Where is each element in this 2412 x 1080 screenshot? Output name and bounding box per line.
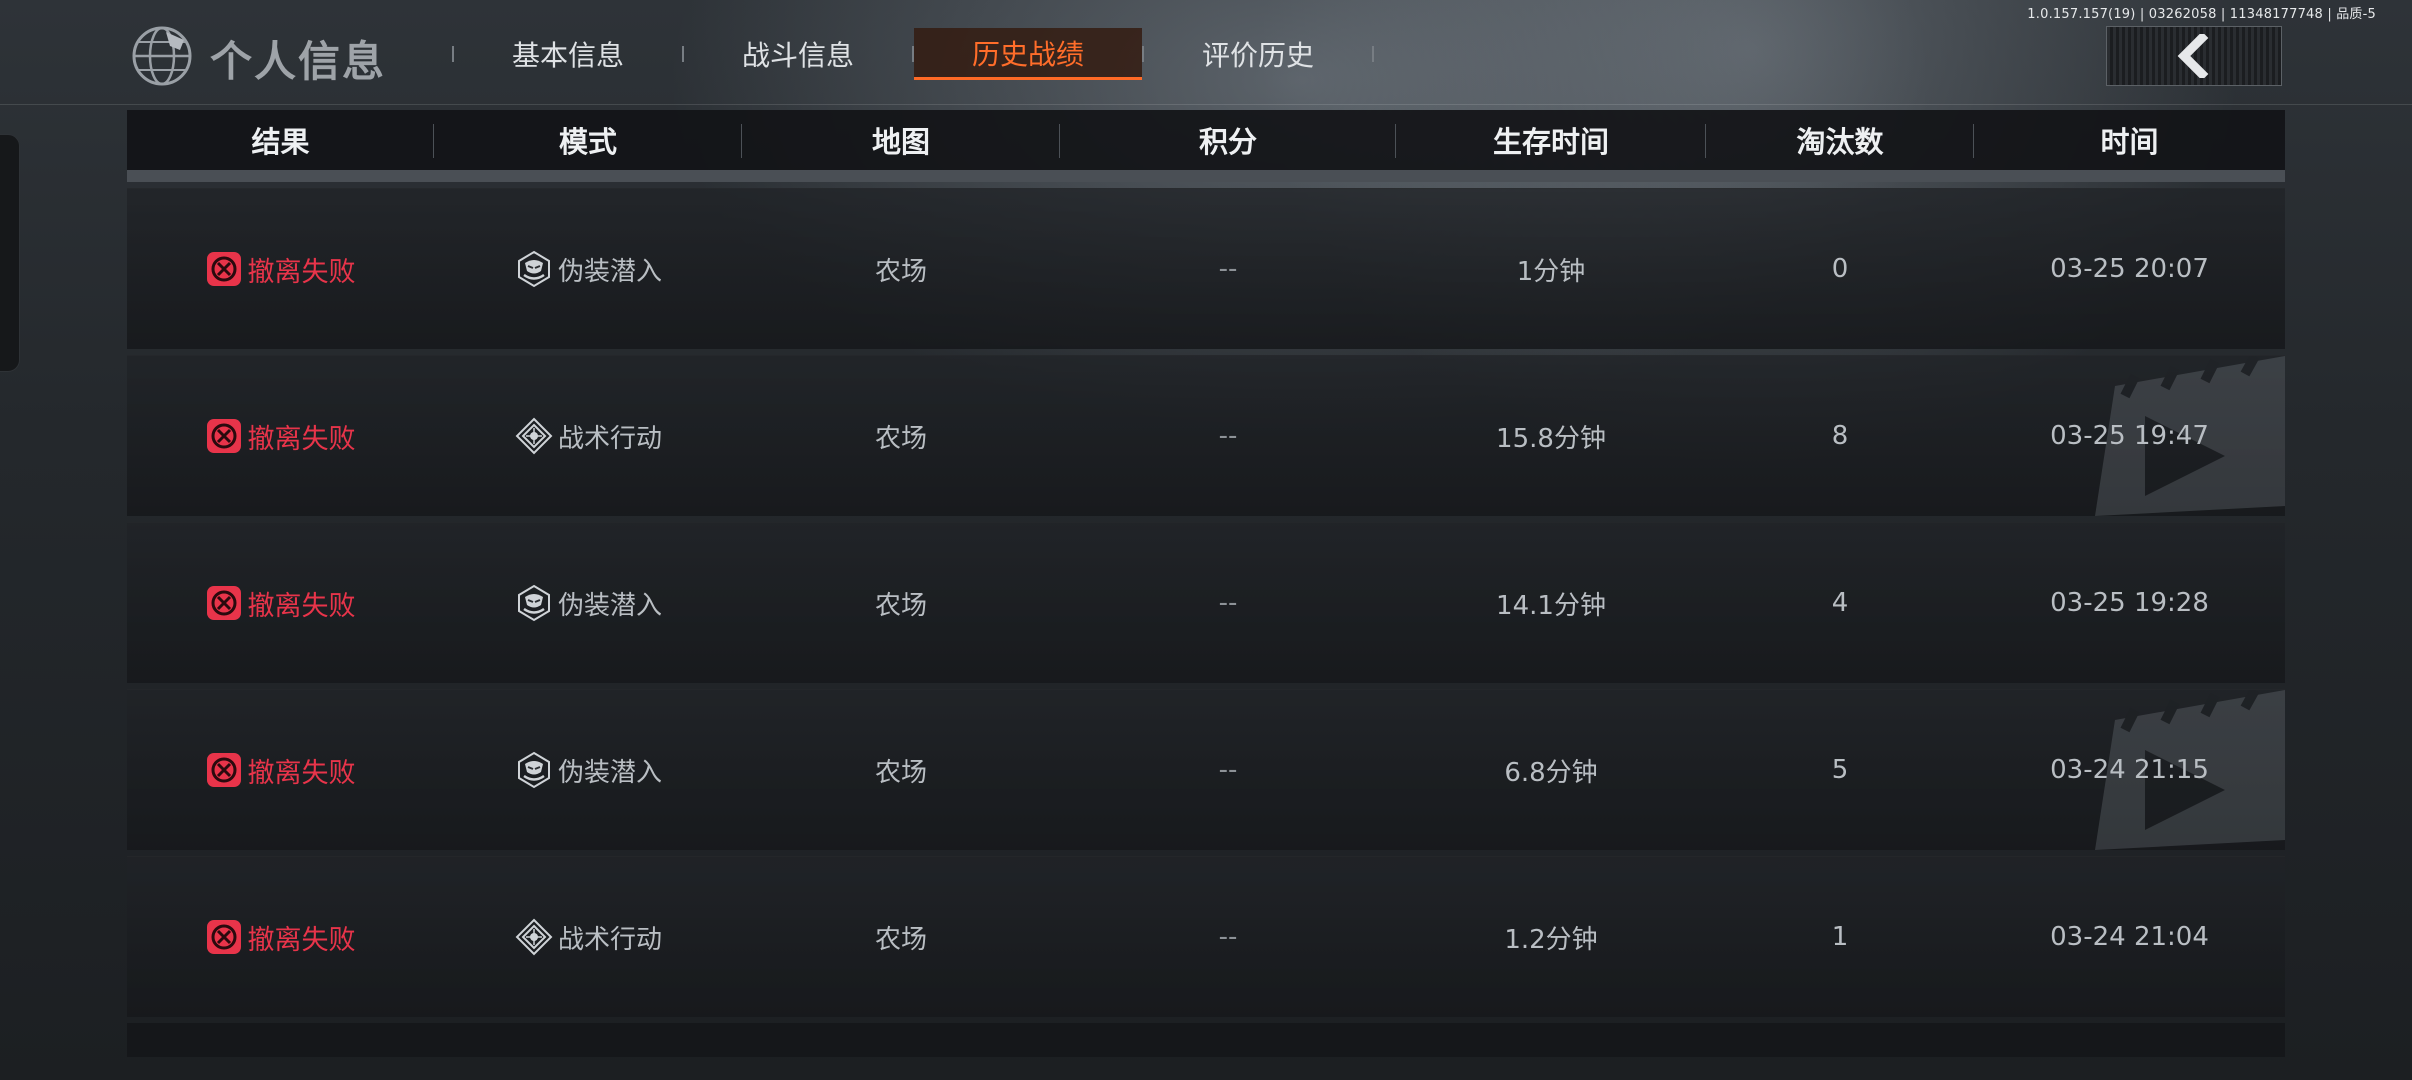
result-cell: 撤离失败	[127, 584, 434, 623]
extraction-failed-icon	[206, 586, 241, 620]
map-cell: 农场	[874, 590, 927, 621]
column-header-score: 积分	[1060, 110, 1396, 170]
score-cell: --	[1218, 755, 1238, 785]
result-text: 撤离失败	[247, 256, 356, 288]
kills-cell: 1	[1831, 922, 1849, 952]
kills-cell: 5	[1831, 755, 1849, 785]
kills-cell: 4	[1831, 588, 1849, 618]
result-text: 撤离失败	[247, 423, 356, 455]
mode-cell: 伪装潜入	[434, 750, 742, 790]
table-row[interactable]: 撤离失败 伪装潜入 农场 -- 6.8分钟 5 03-24 21:15	[127, 689, 2285, 850]
mode-cell: 伪装潜入	[434, 583, 742, 623]
survival-time-cell: 14.1分钟	[1496, 590, 1606, 621]
disguise-icon	[517, 584, 550, 622]
match-history-table: 结果 模式 地图 积分 生存时间 淘汰数 时间 撤离失败 伪装潜入 农场 -- …	[127, 110, 2285, 1057]
mode-text: 伪装潜入	[557, 757, 662, 788]
tab-battle-info[interactable]: 战斗信息	[684, 28, 912, 80]
column-header-survival-time: 生存时间	[1396, 110, 1706, 170]
map-cell: 农场	[874, 423, 927, 454]
table-row[interactable]: 撤离失败 战术行动 农场 -- 1.2分钟 1 03-24 21:04	[127, 856, 2285, 1017]
map-cell: 农场	[874, 757, 927, 788]
globe-logo-icon	[132, 26, 192, 86]
survival-time-cell: 1.2分钟	[1504, 924, 1598, 955]
column-header-mode: 模式	[434, 110, 742, 170]
table-row[interactable]: 撤离失败 战术行动 农场 -- 15.8分钟 8 03-25 19:47	[127, 355, 2285, 516]
header: 个人信息 基本信息 战斗信息 历史战绩 评价历史	[0, 0, 2412, 105]
column-header-kills: 淘汰数	[1706, 110, 1974, 170]
tactical-icon	[515, 417, 553, 455]
result-cell: 撤离失败	[127, 250, 434, 289]
column-header-result: 结果	[127, 110, 434, 170]
mode-text: 战术行动	[557, 924, 662, 955]
mode-text: 伪装潜入	[557, 590, 662, 621]
survival-time-cell: 6.8分钟	[1504, 757, 1598, 788]
mode-text: 战术行动	[557, 423, 662, 454]
score-cell: --	[1218, 922, 1238, 952]
column-header-map: 地图	[742, 110, 1060, 170]
time-cell: 03-25 20:07	[2050, 254, 2209, 284]
table-row[interactable]: 撤离失败 伪装潜入 农场 -- 1分钟 0 03-25 20:07	[127, 188, 2285, 349]
mode-cell: 战术行动	[434, 917, 742, 957]
table-footer-strip	[127, 1023, 2285, 1057]
score-cell: --	[1218, 588, 1238, 618]
table-row[interactable]: 撤离失败 伪装潜入 农场 -- 14.1分钟 4 03-25 19:28	[127, 522, 2285, 683]
tab-bar: 基本信息 战斗信息 历史战绩 评价历史	[452, 26, 1374, 82]
result-text: 撤离失败	[247, 757, 356, 789]
back-button[interactable]	[2106, 26, 2282, 86]
time-cell: 03-24 21:15	[2050, 755, 2209, 785]
tab-match-history[interactable]: 历史战绩	[914, 28, 1142, 80]
extraction-failed-icon	[206, 920, 241, 954]
page-title: 个人信息	[210, 37, 387, 86]
mode-cell: 战术行动	[434, 416, 742, 456]
mode-cell: 伪装潜入	[434, 249, 742, 289]
score-cell: --	[1218, 254, 1238, 284]
kills-cell: 0	[1831, 254, 1849, 284]
time-cell: 03-24 21:04	[2050, 922, 2209, 952]
tab-basic-info[interactable]: 基本信息	[454, 28, 682, 80]
result-cell: 撤离失败	[127, 751, 434, 790]
tactical-icon	[515, 918, 553, 956]
time-cell: 03-25 19:28	[2050, 588, 2209, 618]
disguise-icon	[517, 751, 550, 789]
result-text: 撤离失败	[247, 924, 356, 956]
table-body: 撤离失败 伪装潜入 农场 -- 1分钟 0 03-25 20:07 撤离失败 战…	[127, 188, 2285, 1017]
time-cell: 03-25 19:47	[2050, 421, 2209, 451]
survival-time-cell: 15.8分钟	[1496, 423, 1606, 454]
chevron-left-icon	[2177, 34, 2209, 78]
survival-time-cell: 1分钟	[1516, 256, 1586, 287]
table-header: 结果 模式 地图 积分 生存时间 淘汰数 时间	[127, 110, 2285, 182]
side-drawer-handle[interactable]	[0, 134, 20, 372]
extraction-failed-icon	[206, 419, 241, 453]
result-cell: 撤离失败	[127, 417, 434, 456]
column-header-time: 时间	[2100, 125, 2159, 159]
result-text: 撤离失败	[247, 590, 356, 622]
tab-rating-history[interactable]: 评价历史	[1144, 28, 1372, 80]
tab-divider	[1372, 46, 1374, 62]
map-cell: 农场	[874, 256, 927, 287]
extraction-failed-icon	[206, 753, 241, 787]
kills-cell: 8	[1831, 421, 1849, 451]
map-cell: 农场	[874, 924, 927, 955]
disguise-icon	[517, 250, 550, 288]
score-cell: --	[1218, 421, 1238, 451]
extraction-failed-icon	[206, 252, 241, 286]
result-cell: 撤离失败	[127, 918, 434, 957]
mode-text: 伪装潜入	[557, 256, 662, 287]
